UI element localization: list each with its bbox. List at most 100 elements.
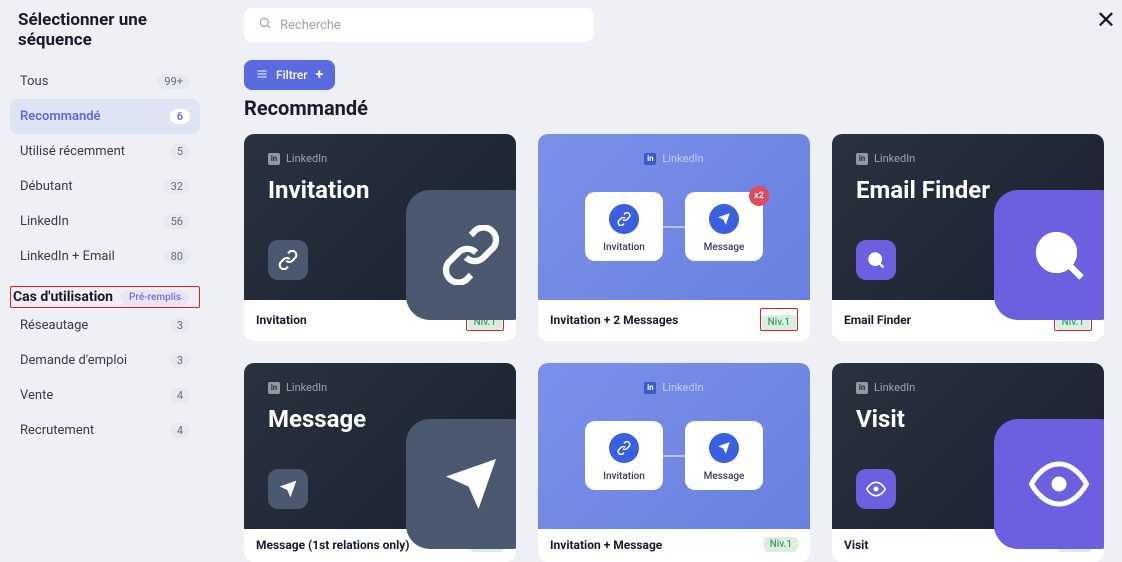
card-title: Invitation + 2 Messages bbox=[550, 313, 678, 327]
card-title: Visit bbox=[844, 538, 868, 552]
send-icon-large bbox=[406, 419, 516, 549]
send-icon bbox=[268, 469, 308, 509]
card-invitation-message[interactable]: in LinkedIn Invitation bbox=[538, 363, 810, 562]
filter-item-tous[interactable]: Tous 99+ bbox=[10, 64, 200, 99]
filter-count: 6 bbox=[170, 109, 190, 124]
card-network: in LinkedIn bbox=[538, 381, 810, 394]
link-icon bbox=[268, 240, 308, 280]
step-row: Invitation x2 Message bbox=[538, 192, 810, 261]
card-title: Invitation bbox=[256, 313, 307, 327]
card-visual: in LinkedIn Invitation bbox=[244, 134, 516, 300]
usecase-count: 3 bbox=[170, 318, 190, 333]
filter-item-debutant[interactable]: Débutant 32 bbox=[10, 169, 200, 204]
usecase-item-emploi[interactable]: Demande d'emploi 3 bbox=[10, 343, 200, 378]
card-email-finder[interactable]: in LinkedIn Email Finder Email Finder Ni… bbox=[832, 134, 1104, 341]
card-message[interactable]: in LinkedIn Message Message (1st relatio… bbox=[244, 363, 516, 562]
search-icon-large bbox=[994, 190, 1104, 320]
usecase-title: Cas d'utilisation bbox=[13, 289, 113, 305]
card-footer: Invitation + Message Niv.1 bbox=[538, 529, 810, 562]
card-visual-title: Email Finder bbox=[856, 176, 990, 204]
close-icon[interactable]: ✕ bbox=[1096, 6, 1116, 34]
filter-button[interactable]: Filtrer + bbox=[244, 60, 335, 90]
linkedin-icon: in bbox=[856, 153, 868, 165]
usecase-header: Cas d'utilisation Pré-remplis bbox=[10, 286, 200, 308]
step-row: Invitation Message bbox=[538, 421, 810, 490]
linkedin-icon: in bbox=[268, 153, 280, 165]
card-title: Invitation + Message bbox=[550, 538, 662, 552]
filter-item-linkedin[interactable]: LinkedIn 56 bbox=[10, 204, 200, 239]
card-visual-title: Invitation bbox=[268, 176, 369, 204]
filter-item-recommande[interactable]: Recommandé 6 bbox=[10, 99, 200, 134]
level-chip: Niv.1 bbox=[764, 537, 798, 552]
send-icon bbox=[709, 204, 739, 234]
linkedin-icon: in bbox=[644, 153, 656, 165]
card-grid: in LinkedIn Invitation Invitation Niv.1 bbox=[244, 134, 1102, 562]
card-network: in LinkedIn bbox=[856, 381, 915, 394]
prefill-tag: Pré-remplis bbox=[121, 290, 189, 305]
card-footer: Invitation + 2 Messages Niv.1 bbox=[538, 300, 810, 341]
step-message: x2 Message bbox=[685, 192, 763, 261]
filter-count: 80 bbox=[164, 249, 190, 264]
filter-count: 56 bbox=[164, 214, 190, 229]
usecase-count: 4 bbox=[170, 388, 190, 403]
card-title: Message (1st relations only) bbox=[256, 538, 410, 552]
search-icon bbox=[258, 16, 272, 34]
card-network: in LinkedIn bbox=[268, 152, 327, 165]
linkedin-icon: in bbox=[644, 382, 656, 394]
linkedin-icon: in bbox=[856, 382, 868, 394]
plus-icon: + bbox=[316, 67, 324, 83]
usecase-item-recrutement[interactable]: Recrutement 4 bbox=[10, 413, 200, 448]
level-highlight: Niv.1 bbox=[760, 308, 798, 331]
search-icon bbox=[856, 240, 896, 280]
usecase-list: Réseautage 3 Demande d'emploi 3 Vente 4 … bbox=[10, 308, 200, 448]
filter-label: Recommandé bbox=[20, 109, 101, 124]
filter-label: Tous bbox=[20, 74, 48, 89]
filter-btn-label: Filtrer bbox=[276, 68, 308, 82]
step-message: Message bbox=[685, 421, 763, 490]
link-icon bbox=[609, 204, 639, 234]
level-chip: Niv.1 bbox=[762, 315, 796, 330]
filter-item-recent[interactable]: Utilisé récemment 5 bbox=[10, 134, 200, 169]
card-visual: in LinkedIn Visit bbox=[832, 363, 1104, 529]
search-row: Recherche bbox=[244, 8, 1102, 42]
main: Recherche Filtrer + Recommandé in Linked… bbox=[220, 0, 1122, 562]
card-visual-title: Message bbox=[268, 405, 366, 433]
send-icon bbox=[709, 433, 739, 463]
sidebar: Sélectionner une séquence Tous 99+ Recom… bbox=[0, 0, 210, 458]
card-visual: in LinkedIn Invitation x2 bbox=[538, 134, 810, 300]
filter-count: 5 bbox=[170, 144, 190, 159]
filter-label: LinkedIn bbox=[20, 214, 69, 229]
search-placeholder: Recherche bbox=[280, 18, 341, 33]
card-invitation[interactable]: in LinkedIn Invitation Invitation Niv.1 bbox=[244, 134, 516, 341]
section-title: Recommandé bbox=[244, 96, 1102, 120]
card-invitation-2-messages[interactable]: in LinkedIn Invitation x2 bbox=[538, 134, 810, 341]
step-connector bbox=[663, 226, 685, 228]
link-icon-large bbox=[406, 190, 516, 320]
filter-item-linkedin-email[interactable]: LinkedIn + Email 80 bbox=[10, 239, 200, 274]
search-input[interactable]: Recherche bbox=[244, 8, 594, 42]
filter-count: 32 bbox=[164, 179, 190, 194]
step-connector bbox=[663, 455, 685, 457]
link-icon bbox=[609, 433, 639, 463]
usecase-item-vente[interactable]: Vente 4 bbox=[10, 378, 200, 413]
linkedin-icon: in bbox=[268, 382, 280, 394]
usecase-label: Vente bbox=[20, 388, 53, 403]
count-badge: x2 bbox=[749, 186, 769, 206]
sidebar-title: Sélectionner une séquence bbox=[10, 10, 200, 64]
usecase-label: Demande d'emploi bbox=[20, 353, 127, 368]
card-visual: in LinkedIn Email Finder bbox=[832, 134, 1104, 300]
card-network: in LinkedIn bbox=[856, 152, 915, 165]
card-visit[interactable]: in LinkedIn Visit Visit Niv.1 bbox=[832, 363, 1104, 562]
filter-count: 99+ bbox=[157, 74, 190, 89]
usecase-item-reseautage[interactable]: Réseautage 3 bbox=[10, 308, 200, 343]
usecase-count: 3 bbox=[170, 353, 190, 368]
usecase-label: Recrutement bbox=[20, 423, 94, 438]
card-visual-title: Visit bbox=[856, 405, 905, 433]
filter-list: Tous 99+ Recommandé 6 Utilisé récemment … bbox=[10, 64, 200, 274]
filter-sliders-icon bbox=[256, 68, 268, 83]
step-invitation: Invitation bbox=[585, 192, 663, 261]
eye-icon-large bbox=[994, 419, 1104, 549]
card-network: in LinkedIn bbox=[538, 152, 810, 165]
card-network: in LinkedIn bbox=[268, 381, 327, 394]
filter-label: Débutant bbox=[20, 179, 73, 194]
